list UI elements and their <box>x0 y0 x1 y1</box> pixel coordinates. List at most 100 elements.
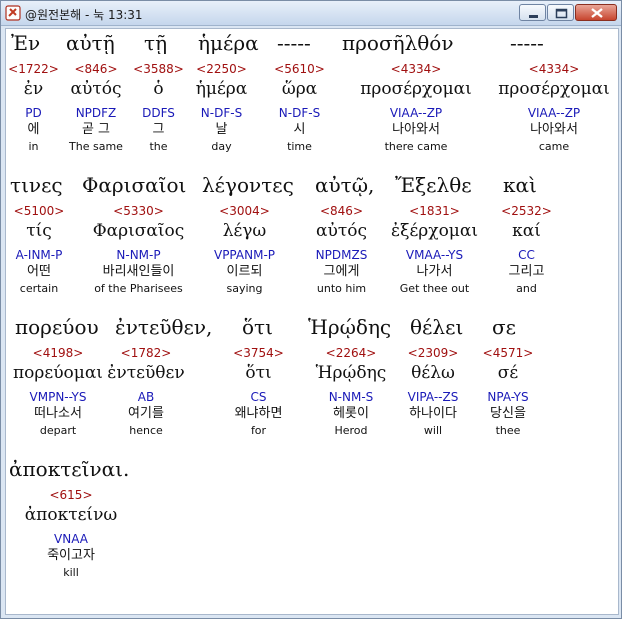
greek-word[interactable]: ἀποκτεῖναι. <box>9 457 129 481</box>
strong-number[interactable]: <5100> <box>6 203 72 219</box>
greek-word[interactable]: Ἐν <box>11 31 40 55</box>
korean-gloss: 나아와서 <box>392 122 440 137</box>
greek-word[interactable]: ὅτι <box>242 315 273 339</box>
interlinear-word[interactable]: <2264> Ἡρῴδης N-NM-S 헤롯이 Herod <box>302 345 400 439</box>
english-gloss: unto him <box>316 282 367 295</box>
morphology-code: PD <box>25 106 42 120</box>
greek-text-line: ἀποκτεῖναι. <box>6 457 618 485</box>
interlinear-word[interactable]: <4334> προσέρχομαι VIAA--ZP 나아와서 came <box>490 61 618 155</box>
lemma-word: ἀποκτείνω <box>24 505 118 525</box>
interlinear-word[interactable]: <1831> ἐξέρχομαι VMAA--YS 나가서 Get thee out <box>390 203 479 297</box>
korean-gloss: 하나이다 <box>409 406 457 421</box>
interlinear-word[interactable]: <4334> προσέρχομαι VIAA--ZP 나아와서 there came <box>342 61 490 155</box>
greek-word[interactable]: λέγοντες <box>202 173 294 197</box>
greek-word[interactable]: καὶ <box>503 173 537 197</box>
greek-word[interactable]: προσῆλθόν <box>342 31 454 55</box>
interlinear-view[interactable]: Ἐν αὐτῇ τῇ ἡμέρα ----- προσῆλθόν ----- <1722> ἐν… <box>5 28 619 615</box>
strong-number[interactable]: <3588> <box>131 61 186 77</box>
strong-number[interactable]: <3754> <box>222 345 295 361</box>
strong-number[interactable]: <2532> <box>479 203 574 219</box>
greek-word[interactable]: ἡμέρα <box>198 31 259 55</box>
greek-word[interactable]: τινες <box>10 173 63 197</box>
lemma-word: λέγω <box>222 221 267 241</box>
lemma-word: αὐτός <box>70 79 122 99</box>
interlinear-word[interactable]: <5610> ὥρα N-DF-S 시 time <box>257 61 342 155</box>
greek-text-line: τινες Φαρισαῖοι λέγοντες αὐτῷ, Ἔξελθε καὶ <box>6 173 618 201</box>
interlinear-word[interactable]: <615> ἀποκτείνω VNAA 죽이고자 kill <box>6 487 136 581</box>
close-icon <box>591 8 603 18</box>
strong-number[interactable]: <615> <box>6 487 136 503</box>
english-gloss: Get thee out <box>399 282 470 295</box>
greek-word[interactable]: αὐτῇ <box>66 31 115 55</box>
strong-number[interactable]: <1782> <box>88 345 204 361</box>
korean-gloss: 나가서 <box>416 264 453 279</box>
morphology-code: AB <box>137 390 155 404</box>
interlinear-word[interactable]: <846> αὐτός NPDFZ 곧 그 The same <box>61 61 131 155</box>
interlinear-word[interactable]: <3754> ὅτι CS 왜냐하면 for <box>222 345 295 439</box>
strong-number[interactable]: <846> <box>293 203 390 219</box>
strong-number[interactable]: <4334> <box>342 61 490 77</box>
greek-word[interactable]: ἐντεῦθεν, <box>115 315 212 339</box>
morphology-code: DDFS <box>142 106 175 120</box>
english-gloss: will <box>423 424 443 437</box>
greek-word[interactable]: σε <box>492 315 516 339</box>
english-gloss: came <box>538 140 570 153</box>
english-gloss: hence <box>129 424 163 437</box>
interlinear-word[interactable]: <5100> τίς A-INM-P 어떤 certain <box>6 203 72 297</box>
english-gloss: of the Pharisees <box>94 282 183 295</box>
greek-word[interactable]: τῇ <box>144 31 167 55</box>
bible-app-icon[interactable] <box>5 5 21 21</box>
lemma-word: ὥρα <box>281 79 318 99</box>
close-button[interactable] <box>575 4 617 21</box>
strong-number[interactable]: <1722> <box>6 61 61 77</box>
english-gloss: kill <box>63 566 79 579</box>
interlinear-word[interactable]: <3588> ὁ DDFS 그 the <box>131 61 186 155</box>
interlinear-word[interactable]: <3004> λέγω VPPANM-P 이르되 saying <box>196 203 293 297</box>
english-gloss: time <box>287 140 312 153</box>
maximize-icon <box>555 8 568 19</box>
interlinear-word[interactable]: <2250> ἡμέρα N-DF-S 날 day <box>186 61 257 155</box>
greek-word[interactable]: ----- <box>277 31 311 55</box>
greek-word[interactable]: Ἡρῴδης <box>308 315 391 339</box>
strong-number[interactable]: <1831> <box>390 203 479 219</box>
interlinear-word[interactable]: <4571> σέ NPA-YS 당신을 thee <box>471 345 545 439</box>
interlinear-word[interactable]: <846> αὐτός NPDMZS 그에게 unto him <box>293 203 390 297</box>
lemma-word: προσέρχομαι <box>498 79 610 99</box>
korean-gloss: 그에게 <box>323 264 360 279</box>
strong-number[interactable]: <4334> <box>490 61 618 77</box>
lemma-word: Φαρισαῖος <box>92 221 185 241</box>
interlinear-word[interactable]: <2532> καί CC 그리고 and <box>479 203 574 297</box>
greek-word[interactable]: Φαρισαῖοι <box>82 173 186 197</box>
morphology-code: N-DF-S <box>278 106 321 120</box>
lemma-word: καί <box>512 221 541 241</box>
korean-gloss: 바리새인들이 <box>102 264 175 279</box>
minimize-button[interactable] <box>519 4 546 21</box>
strong-number[interactable]: <3004> <box>196 203 293 219</box>
strong-number[interactable]: <2309> <box>395 345 471 361</box>
window-title: @원전본해 - 눅 13:31 <box>25 8 143 22</box>
lemma-word: ἐξέρχομαι <box>390 221 479 241</box>
maximize-button[interactable] <box>547 4 574 21</box>
strong-number[interactable]: <2264> <box>302 345 400 361</box>
strong-number[interactable]: <846> <box>61 61 131 77</box>
interlinear-word[interactable]: <1722> ἐν PD 에 in <box>6 61 61 155</box>
english-gloss: the <box>149 140 168 153</box>
english-gloss: certain <box>19 282 59 295</box>
korean-gloss: 왜냐하면 <box>234 406 283 421</box>
strong-number[interactable]: <2250> <box>186 61 257 77</box>
strong-number[interactable]: <4571> <box>471 345 545 361</box>
lemma-word: ὅτι <box>245 363 272 383</box>
title-bar[interactable]: @원전본해 - 눅 13:31 <box>1 1 621 26</box>
greek-word[interactable]: αὐτῷ, <box>315 173 374 197</box>
strong-number[interactable]: <5330> <box>81 203 196 219</box>
interlinear-word[interactable]: <2309> θέλω VIPA--ZS 하나이다 will <box>395 345 471 439</box>
morphology-code: CS <box>250 390 267 404</box>
interlinear-word[interactable]: <5330> Φαρισαῖος N-NM-P 바리새인들이 of the Pharis… <box>81 203 196 297</box>
morphology-code: VNAA <box>54 532 88 546</box>
greek-word[interactable]: ----- <box>510 31 544 55</box>
greek-word[interactable]: θέλει <box>410 315 463 339</box>
greek-word[interactable]: Ἔξελθε <box>395 173 472 197</box>
strong-number[interactable]: <5610> <box>257 61 342 77</box>
interlinear-word[interactable]: <1782> ἐντεῦθεν AB 여기를 hence <box>88 345 204 439</box>
greek-word[interactable]: πορεύου <box>15 315 99 339</box>
